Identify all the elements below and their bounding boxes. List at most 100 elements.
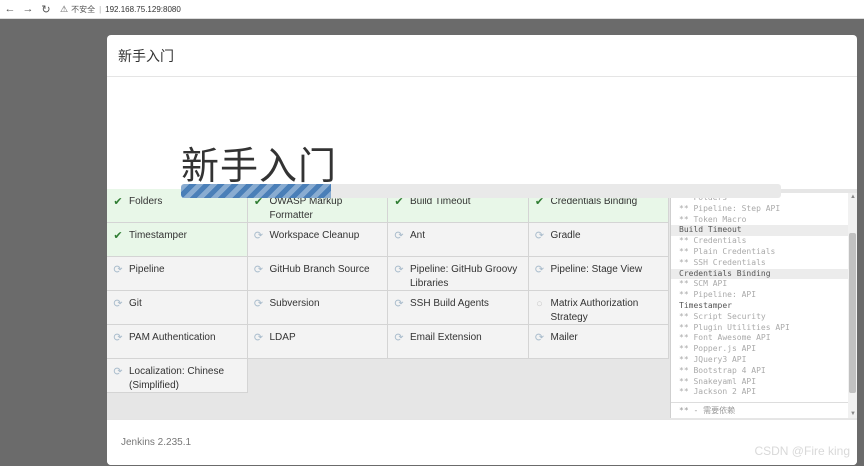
log-dependency-line: ** Pipeline: Step API: [679, 203, 781, 213]
plugin-name: SSH Build Agents: [410, 298, 489, 309]
refresh-spinner-icon: ⟳: [253, 230, 264, 242]
plugin-name: Pipeline: Stage View: [550, 264, 643, 275]
plugin-name: Gradle: [550, 230, 581, 241]
scroll-up-icon[interactable]: ▲: [850, 194, 856, 200]
warning-icon: ⚠: [60, 3, 69, 14]
plugin-item: ⟳ Ant: [388, 223, 529, 257]
dialog-header: 新手入门: [107, 35, 857, 77]
address-bar[interactable]: ⚠ 不安全 | 192.168.75.129:8080: [60, 4, 181, 15]
refresh-spinner-icon: ⟳: [534, 332, 545, 344]
log-dependency-line: ** Token Macro: [679, 214, 747, 224]
log-legend: ** - 需要依赖: [671, 402, 849, 418]
refresh-spinner-icon: ⟳: [394, 298, 404, 310]
watermark: CSDN @Fire king: [754, 444, 850, 458]
plugin-item: ⟳ Gradle: [528, 223, 669, 257]
log-dependency-line: ** Snakeyaml API: [679, 376, 757, 386]
plugin-item: ⟳ Pipeline: [107, 257, 248, 291]
refresh-spinner-icon: ⟳: [394, 332, 404, 344]
plugin-item: ⟳ Pipeline: Stage View: [528, 257, 669, 291]
circle-icon: ○: [536, 298, 543, 310]
browser-toolbar: ← → ↻ ⚠ 不安全 | 192.168.75.129:8080: [0, 0, 864, 19]
hero-section: 新手入门: [107, 77, 857, 189]
jenkins-version: Jenkins 2.235.1: [121, 437, 192, 448]
refresh-spinner-icon: ⟳: [113, 264, 123, 276]
hero-title: 新手入门: [181, 144, 338, 188]
refresh-spinner-icon: ⟳: [534, 264, 545, 276]
plugin-install-area: ✔ Folders ✔ OWASP Markup Formatter ✔ Build Ti…: [107, 189, 857, 419]
refresh-spinner-icon: ⟳: [253, 298, 264, 310]
plugin-name: Matrix Authorization Strategy: [550, 298, 639, 323]
plugin-name: Mailer: [550, 332, 578, 343]
plugin-name: Subversion: [269, 298, 320, 309]
log-dependency-line: ** SCM API: [679, 279, 728, 289]
plugin-name: Localization: Chinese (Simplified): [129, 366, 225, 391]
log-dependency-line: ** Credentials: [679, 236, 747, 246]
plugin-name: PAM Authentication: [129, 332, 216, 343]
plugin-item: ⟳ PAM Authentication: [107, 325, 248, 359]
setup-wizard-dialog: 新手入门 新手入门 ✔ Folders ✔ OWASP Markup Formatte…: [107, 35, 857, 465]
log-dependency-line: ** Font Awesome API: [679, 333, 771, 343]
plugin-item: ⟳ Git: [107, 291, 248, 325]
plugin-name: Email Extension: [410, 332, 482, 343]
refresh-spinner-icon: ⟳: [534, 230, 545, 242]
refresh-spinner-icon: ⟳: [394, 230, 404, 242]
log-plugin-line: Credentials Binding: [671, 268, 849, 280]
plugin-item: ⟳ Localization: Chinese (Simplified): [107, 359, 248, 393]
log-dependency-line: ** Script Security: [679, 311, 766, 321]
plugin-name: GitHub Branch Source: [269, 264, 370, 275]
install-log-panel[interactable]: ** Folders** Pipeline: Step API** Token …: [670, 193, 857, 418]
plugin-item: ⟳ Workspace Cleanup: [247, 223, 388, 257]
plugin-item: ⟳ SSH Build Agents: [388, 291, 529, 325]
refresh-spinner-icon: ⟳: [113, 332, 123, 344]
install-progress-bar: [181, 184, 781, 198]
refresh-spinner-icon: ⟳: [253, 264, 264, 276]
log-dependency-line: ** Popper.js API: [679, 344, 757, 354]
plugin-name: Folders: [129, 196, 163, 207]
plugin-item: ⟳ Email Extension: [388, 325, 529, 359]
plugin-name: OWASP Markup Formatter: [269, 196, 343, 221]
url-text[interactable]: 192.168.75.129:8080: [105, 5, 181, 14]
log-dependency-line: ** Plugin Utilities API: [679, 322, 790, 332]
checkmark-icon: ✔: [113, 196, 123, 208]
forward-arrow-icon[interactable]: →: [20, 1, 36, 17]
refresh-spinner-icon: ⟳: [113, 366, 123, 378]
install-progress-fill: [181, 184, 331, 198]
plugin-grid: ✔ Folders ✔ OWASP Markup Formatter ✔ Build Ti…: [107, 189, 670, 393]
plugin-item: ⟳ GitHub Branch Source: [247, 257, 388, 291]
log-plugin-line: Timestamper: [679, 300, 732, 310]
plugin-name: LDAP: [269, 332, 296, 343]
reload-icon[interactable]: ↻: [38, 1, 54, 17]
log-dependency-line: ** SSH Credentials: [679, 257, 766, 267]
log-scrollbar[interactable]: ▲ ▼: [848, 193, 857, 418]
security-label: 不安全: [71, 4, 96, 14]
refresh-spinner-icon: ⟳: [113, 298, 123, 310]
plugin-name: Pipeline: [129, 264, 165, 275]
plugin-item: ⟳ Mailer: [528, 325, 669, 359]
plugin-item: ✔ Timestamper: [107, 223, 248, 257]
install-log: ** Folders** Pipeline: Step API** Token …: [671, 193, 849, 398]
plugin-item: ○ Matrix Authorization Strategy: [528, 291, 669, 325]
checkmark-icon: ✔: [113, 230, 123, 242]
plugin-name: Ant: [410, 230, 426, 241]
log-scroll-thumb[interactable]: [849, 233, 856, 393]
log-dependency-line: ** Bootstrap 4 API: [679, 365, 766, 375]
refresh-spinner-icon: ⟳: [253, 332, 264, 344]
log-dependency-line: ** Jackson 2 API: [679, 387, 757, 397]
plugin-item: ⟳ LDAP: [247, 325, 388, 359]
log-dependency-line: ** JQuery3 API: [679, 354, 747, 364]
plugin-name: Timestamper: [129, 230, 187, 241]
plugin-item: ⟳ Subversion: [247, 291, 388, 325]
log-dependency-line: ** Plain Credentials: [679, 246, 776, 256]
plugin-item: ⟳ Pipeline: GitHub Groovy Libraries: [388, 257, 529, 291]
dialog-footer: Jenkins 2.235.1: [107, 419, 857, 465]
plugin-name: Workspace Cleanup: [269, 230, 360, 241]
log-plugin-line: Build Timeout: [671, 225, 849, 237]
refresh-spinner-icon: ⟳: [394, 264, 404, 276]
back-arrow-icon[interactable]: ←: [2, 1, 18, 17]
address-separator: |: [99, 4, 102, 14]
plugin-name: Git: [129, 298, 142, 309]
log-dependency-line: ** Pipeline: API: [679, 290, 757, 300]
plugin-name: Pipeline: GitHub Groovy Libraries: [410, 264, 518, 289]
scroll-down-icon[interactable]: ▼: [850, 411, 856, 417]
dialog-header-title: 新手入门: [118, 47, 174, 64]
